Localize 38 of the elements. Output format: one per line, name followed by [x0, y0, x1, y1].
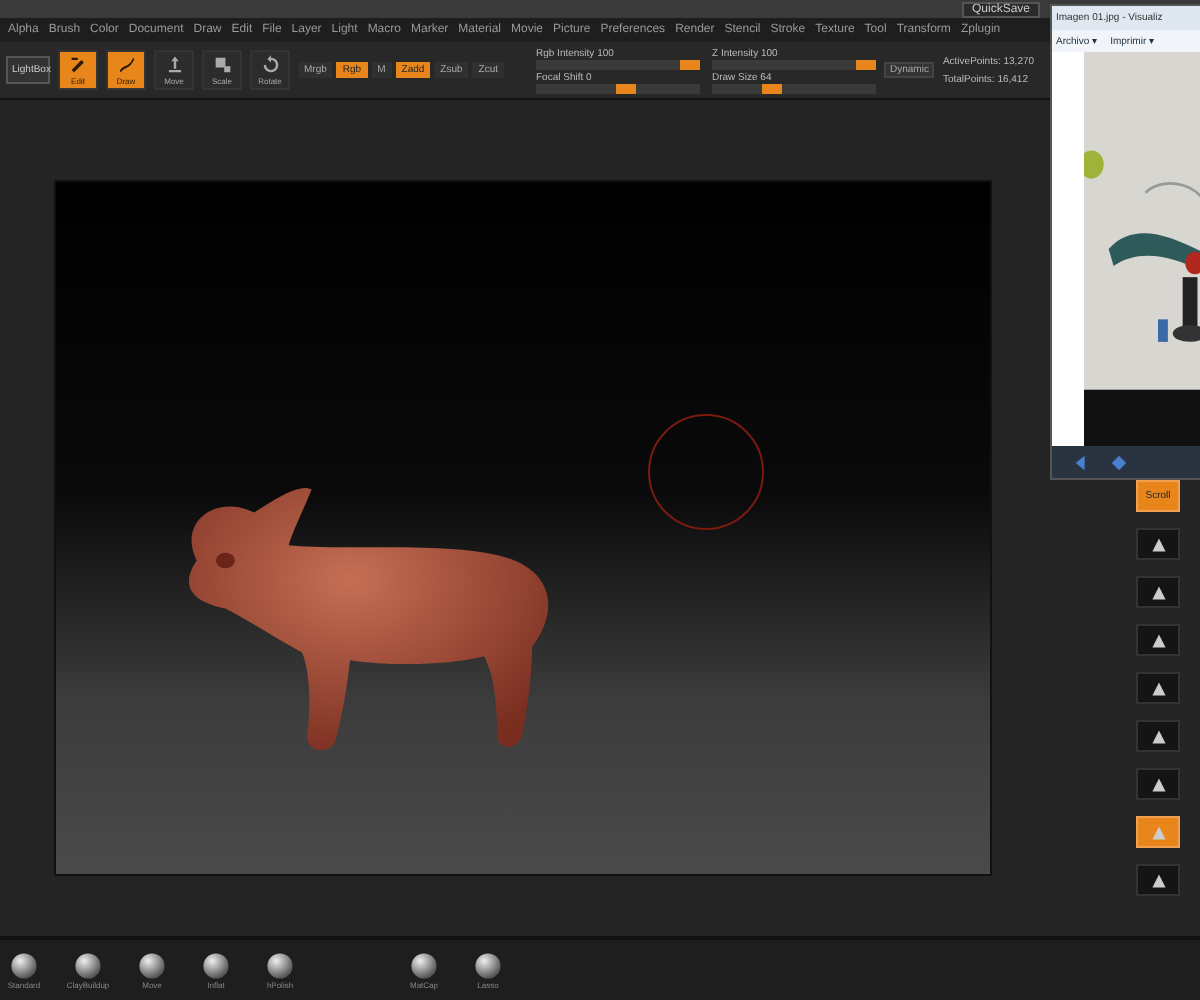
slider-track[interactable] [536, 83, 700, 93]
triangle-icon [1147, 629, 1169, 651]
slider-track[interactable] [536, 59, 700, 69]
sphere-icon [138, 951, 166, 979]
triangle-icon [1147, 533, 1169, 555]
shelf-tool-icon[interactable] [1136, 576, 1180, 608]
slider-thumb[interactable] [680, 59, 700, 69]
shelf-tool-icon[interactable] [1136, 864, 1180, 896]
slider-thumb[interactable] [762, 83, 783, 93]
edit-icon [67, 54, 89, 76]
shelf-tool-icon[interactable] [1136, 720, 1180, 752]
sphere-icon [410, 951, 438, 979]
sphere-icon [474, 951, 502, 979]
triangle-icon [1147, 869, 1169, 891]
triangle-icon [1147, 821, 1169, 843]
sphere-icon [266, 951, 294, 979]
next-button[interactable] [1110, 453, 1128, 471]
shelf-tool-icon[interactable] [1136, 624, 1180, 656]
slider-thumb[interactable] [615, 83, 636, 93]
scale-icon [211, 54, 233, 76]
triangle-icon [1147, 773, 1169, 795]
previous-button[interactable] [1072, 453, 1090, 471]
slider-thumb[interactable] [856, 59, 876, 69]
sphere-icon [202, 951, 230, 979]
draw-icon [115, 54, 137, 76]
triangle-icon [1147, 581, 1169, 603]
move-icon [163, 54, 185, 76]
shelf-tool-icon[interactable] [1136, 768, 1180, 800]
sphere-icon [10, 951, 38, 979]
triangle-icon [1147, 725, 1169, 747]
shelf-tool-icon[interactable] [1136, 672, 1180, 704]
brush-cursor-icon [648, 414, 764, 530]
sphere-icon [74, 951, 102, 979]
shelf-tool-icon[interactable] [1136, 528, 1180, 560]
rotate-icon [259, 54, 281, 76]
slider-track[interactable] [712, 59, 876, 69]
triangle-icon [1147, 677, 1169, 699]
slider-track[interactable] [712, 83, 876, 93]
